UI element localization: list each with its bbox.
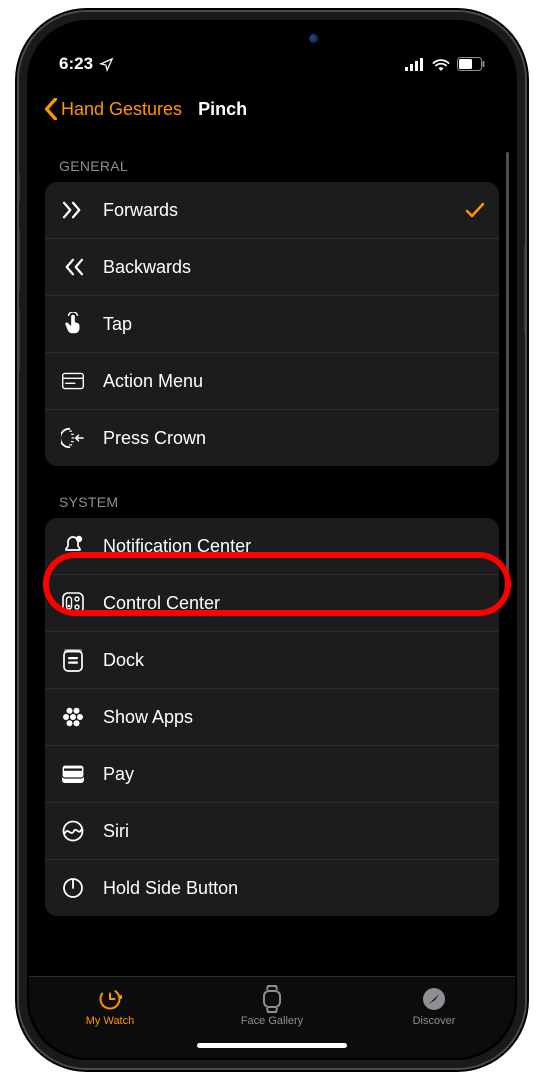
row-siri[interactable]: Siri bbox=[45, 803, 499, 860]
row-press-crown[interactable]: Press Crown bbox=[45, 410, 499, 466]
row-label: Tap bbox=[103, 314, 485, 335]
nav-bar: Hand Gestures Pinch bbox=[29, 84, 515, 130]
row-label: Control Center bbox=[103, 593, 485, 614]
silent-switch bbox=[17, 172, 20, 202]
status-left: 6:23 bbox=[59, 54, 114, 74]
tab-discover[interactable]: Discover bbox=[374, 985, 494, 1027]
system-list: Notification Center Control Center bbox=[45, 518, 499, 916]
backwards-icon bbox=[59, 253, 87, 281]
action-menu-icon bbox=[59, 367, 87, 395]
general-list: Forwards Backwards bbox=[45, 182, 499, 466]
row-label: Show Apps bbox=[103, 707, 485, 728]
press-crown-icon bbox=[59, 424, 87, 452]
row-label: Forwards bbox=[103, 200, 449, 221]
row-backwards[interactable]: Backwards bbox=[45, 239, 499, 296]
location-arrow-icon bbox=[99, 57, 114, 72]
tap-icon bbox=[59, 310, 87, 338]
row-label: Press Crown bbox=[103, 428, 485, 449]
side-button bbox=[524, 244, 527, 334]
home-indicator[interactable] bbox=[197, 1043, 347, 1048]
volume-up-button bbox=[17, 229, 20, 291]
control-center-icon bbox=[59, 589, 87, 617]
section-header-general: GENERAL bbox=[45, 130, 499, 182]
back-label: Hand Gestures bbox=[61, 99, 182, 120]
discover-tab-icon bbox=[420, 985, 448, 1013]
page-title: Pinch bbox=[198, 99, 247, 120]
my-watch-tab-icon bbox=[96, 985, 124, 1013]
screen: 6:23 bbox=[29, 22, 515, 1058]
scroll-indicator[interactable] bbox=[506, 152, 509, 580]
row-label: Backwards bbox=[103, 257, 485, 278]
phone-frame: 6:23 bbox=[17, 10, 527, 1070]
row-hold-side-button[interactable]: Hold Side Button bbox=[45, 860, 499, 916]
status-right bbox=[405, 57, 485, 71]
row-label: Pay bbox=[103, 764, 485, 785]
siri-icon bbox=[59, 817, 87, 845]
row-show-apps[interactable]: Show Apps bbox=[45, 689, 499, 746]
tab-label: Face Gallery bbox=[241, 1015, 303, 1027]
forwards-icon bbox=[59, 196, 87, 224]
row-tap[interactable]: Tap bbox=[45, 296, 499, 353]
apple-pay-icon bbox=[59, 760, 87, 788]
row-label: Notification Center bbox=[103, 536, 485, 557]
show-apps-icon bbox=[59, 703, 87, 731]
apple-pay-text: Pay bbox=[103, 764, 134, 784]
content-area: GENERAL Forwards Backwards bbox=[29, 130, 515, 976]
row-notification-center[interactable]: Notification Center bbox=[45, 518, 499, 575]
clock-time: 6:23 bbox=[59, 54, 93, 74]
volume-down-button bbox=[17, 309, 20, 371]
front-camera bbox=[309, 34, 318, 43]
row-action-menu[interactable]: Action Menu bbox=[45, 353, 499, 410]
row-label: Hold Side Button bbox=[103, 878, 485, 899]
row-label: Action Menu bbox=[103, 371, 485, 392]
row-label: Dock bbox=[103, 650, 485, 671]
dock-icon bbox=[59, 646, 87, 674]
row-label: Siri bbox=[103, 821, 485, 842]
back-button[interactable]: Hand Gestures bbox=[43, 98, 182, 120]
face-gallery-tab-icon bbox=[258, 985, 286, 1013]
cellular-signal-icon bbox=[405, 58, 425, 71]
row-dock[interactable]: Dock bbox=[45, 632, 499, 689]
row-forwards[interactable]: Forwards bbox=[45, 182, 499, 239]
hold-side-button-icon bbox=[59, 874, 87, 902]
tab-label: Discover bbox=[413, 1015, 456, 1027]
tab-face-gallery[interactable]: Face Gallery bbox=[212, 985, 332, 1027]
chevron-left-icon bbox=[43, 98, 59, 120]
battery-icon bbox=[457, 57, 485, 71]
row-control-center[interactable]: Control Center bbox=[45, 575, 499, 632]
row-apple-pay[interactable]: Pay bbox=[45, 746, 499, 803]
tab-label: My Watch bbox=[86, 1015, 135, 1027]
tab-my-watch[interactable]: My Watch bbox=[50, 985, 170, 1027]
wifi-icon bbox=[432, 58, 450, 71]
notch bbox=[162, 22, 382, 54]
notification-center-icon bbox=[59, 532, 87, 560]
section-header-system: SYSTEM bbox=[45, 466, 499, 518]
checkmark-icon bbox=[465, 201, 485, 219]
